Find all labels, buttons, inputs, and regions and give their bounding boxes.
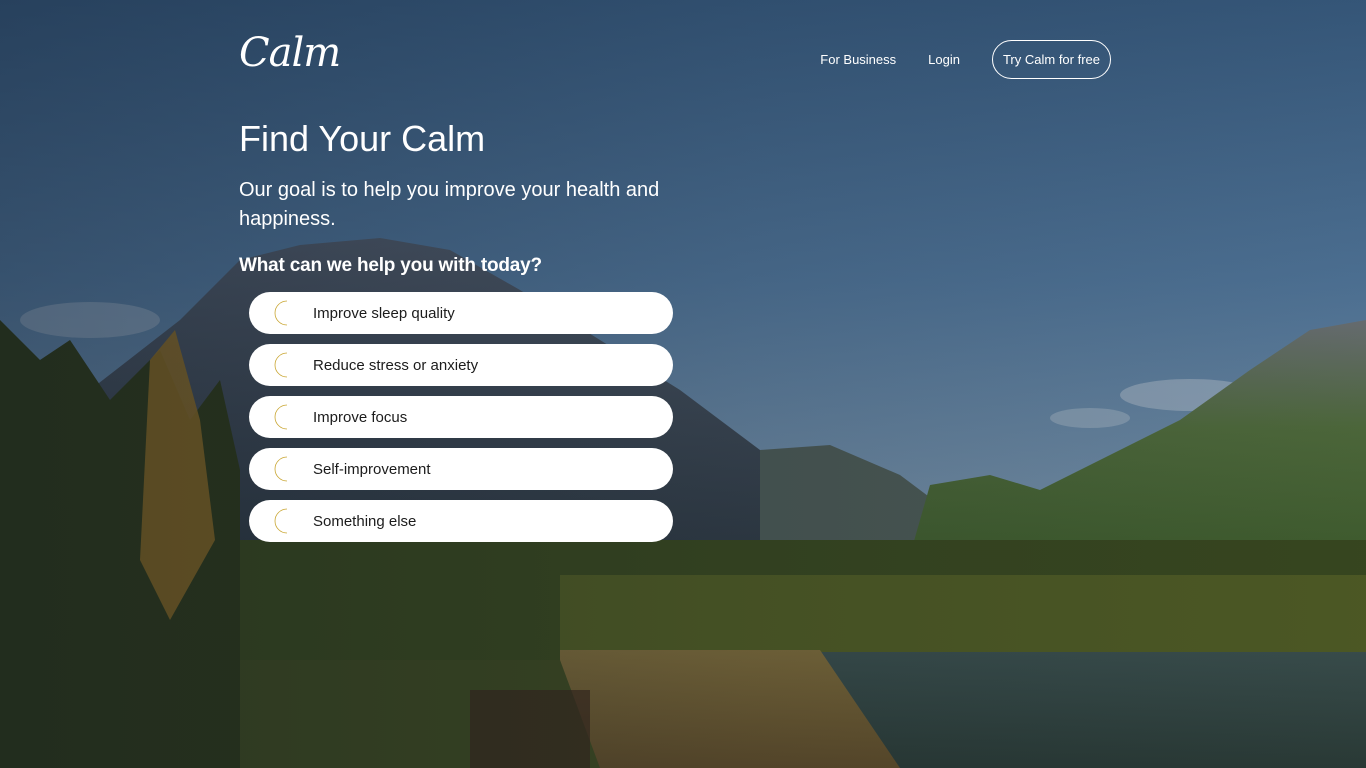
option-label: Improve focus (313, 408, 408, 426)
option-label: Something else (313, 512, 417, 530)
login-link[interactable]: Login (928, 52, 960, 67)
option-improve-sleep[interactable]: Improve sleep quality (249, 292, 673, 334)
page-title: Find Your Calm (239, 118, 486, 159)
crescent-moon-icon (274, 352, 288, 378)
for-business-link[interactable]: For Business (820, 52, 896, 67)
calm-logo[interactable]: Calm (239, 30, 341, 76)
crescent-moon-icon (274, 404, 288, 430)
option-improve-focus[interactable]: Improve focus (249, 396, 673, 438)
background-overlay (0, 0, 1366, 768)
crescent-moon-icon (274, 456, 288, 482)
option-label: Improve sleep quality (313, 304, 455, 322)
crescent-moon-icon (274, 300, 288, 326)
option-self-improvement[interactable]: Self-improvement (249, 448, 673, 490)
page: Calm For Business Login Try Calm for fre… (0, 0, 1366, 768)
crescent-moon-icon (274, 508, 288, 534)
question-heading: What can we help you with today? (239, 255, 542, 276)
option-label: Self-improvement (313, 460, 431, 478)
page-subtitle: Our goal is to help you improve your hea… (239, 179, 660, 230)
top-nav: For Business Login Try Calm for free (820, 39, 1111, 79)
option-label: Reduce stress or anxiety (313, 356, 479, 374)
goal-options: Improve sleep quality Reduce stress or a… (249, 292, 673, 552)
option-reduce-stress[interactable]: Reduce stress or anxiety (249, 344, 673, 386)
try-calm-button[interactable]: Try Calm for free (991, 39, 1111, 79)
option-something-else[interactable]: Something else (249, 500, 673, 542)
